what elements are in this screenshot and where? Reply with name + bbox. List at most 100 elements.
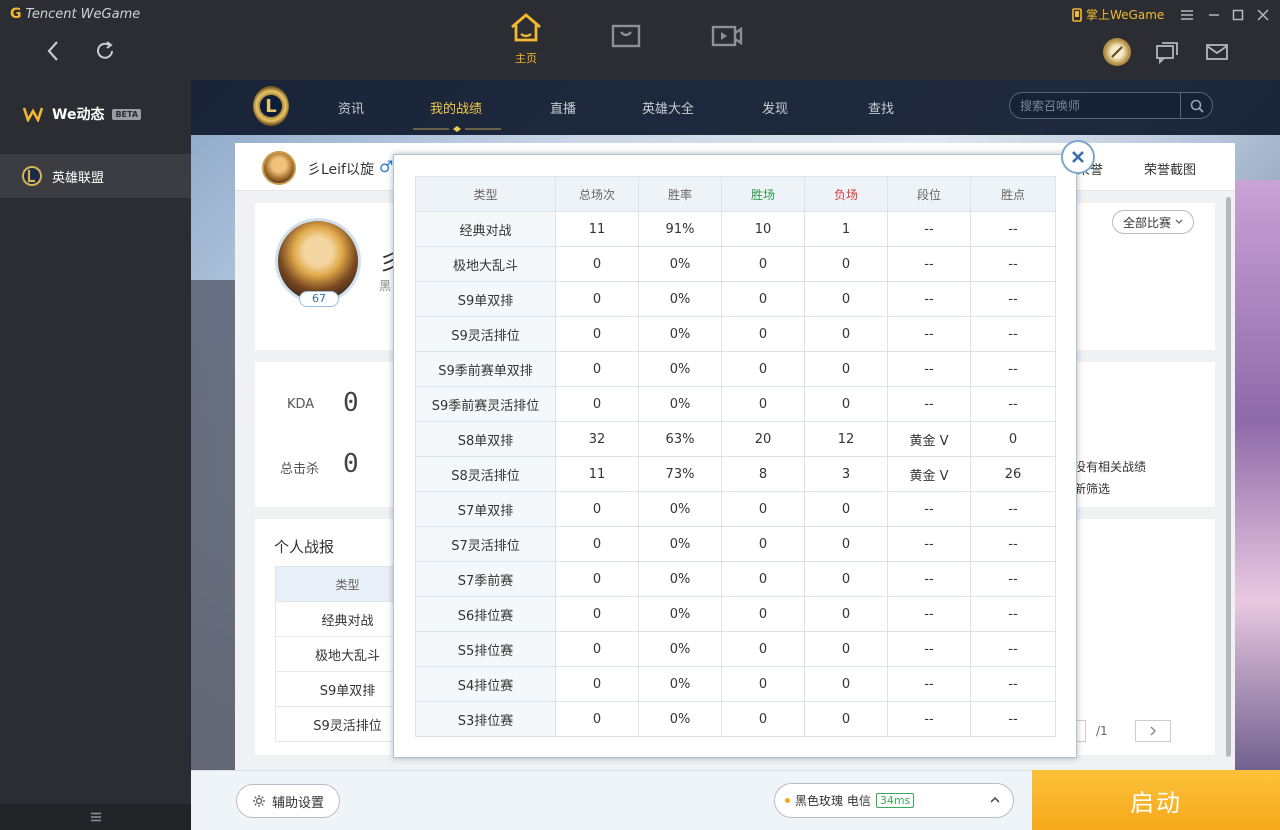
stats-cell: 0	[804, 701, 888, 737]
lol-nav-bar: L 资讯 我的战绩 直播 英雄大全 发现 查找 搜索召唤师	[191, 80, 1280, 135]
stats-cell: --	[970, 596, 1056, 632]
stats-cell: 0	[721, 701, 805, 737]
close-window-button[interactable]	[1254, 6, 1272, 24]
season-stats-modal: 类型 总场次 胜率 胜场 负场 段位 胜点 经典对战 11 91% 10 1 -- -- 极地…	[393, 154, 1077, 758]
header-winrate: 胜率	[638, 176, 722, 212]
tab-home-label: 主页	[515, 52, 537, 65]
table-row: S3排位赛 0 0% 0 0 -- --	[415, 701, 1056, 737]
maximize-button[interactable]	[1229, 6, 1247, 24]
stats-cell: 0	[555, 666, 639, 702]
user-avatar[interactable]	[1103, 38, 1131, 66]
ping-badge: 34ms	[875, 793, 915, 808]
lol-logo-icon[interactable]: L	[253, 86, 289, 126]
active-tab-indicator	[413, 126, 501, 132]
stats-cell: 0%	[638, 596, 722, 632]
stats-cell: --	[970, 351, 1056, 387]
stats-cell: 8	[721, 456, 805, 492]
server-selector[interactable]: 黑色玫瑰 电信 34ms	[774, 783, 1014, 818]
summoner-search-input[interactable]: 搜索召唤师	[1009, 92, 1213, 119]
stats-cell: 12	[804, 421, 888, 457]
back-arrow-icon	[47, 41, 58, 61]
stats-cell: --	[970, 281, 1056, 317]
stats-cell: 0	[721, 666, 805, 702]
header-losses: 负场	[804, 176, 888, 212]
tab-store[interactable]	[596, 22, 656, 54]
header-tier: 段位	[887, 176, 971, 212]
refresh-button[interactable]	[90, 36, 120, 66]
stats-cell: 0	[555, 246, 639, 282]
app-brand: G Tencent WeGame	[10, 6, 140, 22]
minimize-button[interactable]	[1205, 6, 1223, 24]
stats-cell: S3排位赛	[415, 701, 556, 737]
panel-scrollbar[interactable]	[1226, 197, 1231, 757]
menu-button[interactable]	[1178, 6, 1196, 24]
match-filter-dropdown[interactable]: 全部比赛	[1112, 210, 1194, 234]
stats-cell: 0	[804, 281, 888, 317]
stats-cell: 0	[721, 631, 805, 667]
tab-discover[interactable]: 发现	[762, 98, 788, 117]
search-placeholder: 搜索召唤师	[1020, 99, 1081, 113]
stats-cell: 黄金 V	[887, 421, 971, 457]
table-row: S9单双排 0 0% 0 0 -- --	[415, 281, 1056, 317]
honor-screenshot-link[interactable]: 荣誉截图	[1144, 159, 1196, 178]
total-kills-value: 0	[343, 449, 359, 479]
stats-cell: --	[887, 211, 971, 247]
sidebar-item-lol[interactable]: 英雄联盟	[0, 154, 191, 198]
stats-cell: --	[887, 666, 971, 702]
chevron-right-icon	[1150, 726, 1156, 736]
lol-logo-icon	[22, 166, 42, 186]
title-bar: G Tencent WeGame 主页 掌上WeGame	[0, 0, 1280, 80]
stats-cell: 0	[804, 596, 888, 632]
bottom-bar: 辅助设置 黑色玫瑰 电信 34ms	[191, 770, 1032, 830]
back-button[interactable]	[38, 36, 68, 66]
stats-cell: --	[970, 526, 1056, 562]
refresh-icon	[97, 41, 113, 59]
stats-cell: 0	[804, 351, 888, 387]
tab-heroes[interactable]: 英雄大全	[642, 98, 694, 117]
stats-cell: 3	[804, 456, 888, 492]
stats-cell: --	[887, 561, 971, 597]
tab-search[interactable]: 查找	[868, 98, 894, 117]
stats-cell: 经典对战	[415, 211, 556, 247]
stats-cell: 0	[804, 316, 888, 352]
app-brand-text: Tencent WeGame	[25, 6, 141, 22]
close-modal-button[interactable]	[1061, 140, 1095, 174]
stats-cell: 32	[555, 421, 639, 457]
stats-cell: --	[970, 246, 1056, 282]
stats-cell: --	[887, 526, 971, 562]
tab-my-record[interactable]: 我的战绩	[430, 98, 482, 117]
left-sidebar: We动态 BETA 英雄联盟	[0, 80, 191, 830]
tab-home[interactable]: 主页	[496, 12, 556, 66]
search-button[interactable]	[1180, 93, 1212, 118]
sidebar-menu-button[interactable]	[0, 804, 191, 830]
tab-video[interactable]	[697, 22, 757, 54]
stats-cell: S9季前赛灵活排位	[415, 386, 556, 422]
tab-live[interactable]: 直播	[550, 98, 576, 117]
refilter-note[interactable]: 新筛选	[1074, 480, 1110, 497]
chat-button[interactable]	[1153, 38, 1181, 66]
summoner-avatar-small[interactable]	[262, 151, 296, 185]
mail-button[interactable]	[1203, 38, 1231, 66]
page-total: /1	[1096, 724, 1108, 738]
sidebar-item-label: 英雄联盟	[52, 170, 105, 186]
stats-cell: 11	[555, 211, 639, 247]
stats-cell: 0	[721, 351, 805, 387]
stats-cell: 0	[555, 596, 639, 632]
stats-cell: 20	[721, 421, 805, 457]
menu-icon	[1181, 10, 1193, 20]
stats-cell: 0	[555, 561, 639, 597]
table-row: S9季前赛灵活排位 0 0% 0 0 -- --	[415, 386, 1056, 422]
stats-cell: 0	[555, 281, 639, 317]
launch-button[interactable]: 启动	[1032, 770, 1280, 830]
stats-cell: 0%	[638, 246, 722, 282]
stats-cell: 73%	[638, 456, 722, 492]
stats-cell: --	[887, 316, 971, 352]
mobile-wegame-link[interactable]: 掌上WeGame	[1072, 6, 1164, 23]
stats-cell: 0%	[638, 281, 722, 317]
we-dynamic-link[interactable]: We动态 BETA	[22, 104, 142, 124]
stats-cell: 0	[721, 561, 805, 597]
stats-cell: 0	[555, 701, 639, 737]
next-page-button[interactable]	[1135, 720, 1171, 742]
tab-news[interactable]: 资讯	[338, 98, 364, 117]
assist-settings-button[interactable]: 辅助设置	[236, 784, 340, 818]
